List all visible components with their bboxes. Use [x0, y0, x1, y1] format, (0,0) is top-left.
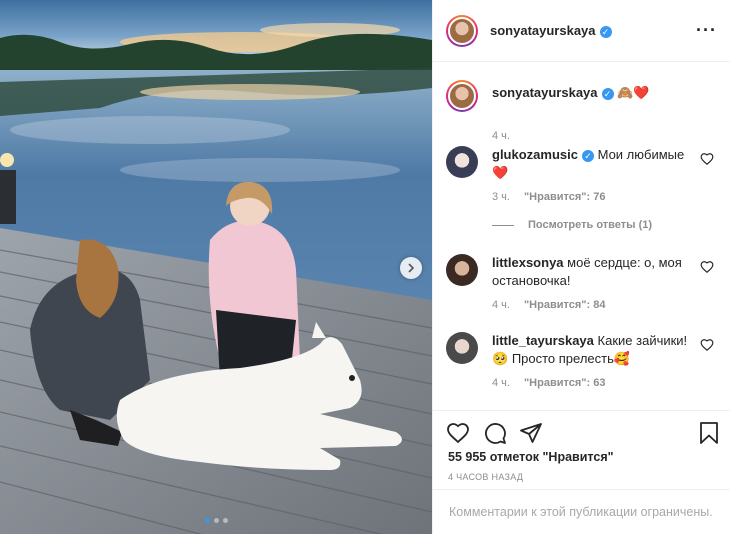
verified-badge-icon: ✓	[599, 26, 612, 38]
post-timestamp[interactable]: 4 ЧАСОВ НАЗАД	[448, 472, 523, 482]
comment-time[interactable]: 4 ч.	[492, 299, 510, 311]
commenter-avatar[interactable]	[446, 332, 478, 364]
carousel-next-button[interactable]	[400, 257, 422, 279]
bookmark-icon[interactable]	[697, 421, 721, 445]
comment-meta: 4 ч. "Нравится": 63	[492, 377, 605, 389]
view-replies-button[interactable]: Посмотреть ответы (1)	[492, 219, 652, 231]
caption-emoji: 🙈❤️	[617, 85, 650, 100]
commenter-avatar[interactable]	[446, 254, 478, 286]
heart-icon[interactable]	[700, 152, 714, 166]
heart-icon[interactable]	[446, 421, 470, 445]
comment-time[interactable]: 3 ч.	[492, 191, 510, 203]
comment-text: littlexsonya моё сердце: о, моя останово…	[492, 254, 692, 290]
post-header: sonyatayurskaya ✓ ···	[433, 0, 730, 62]
comment-item: glukozamusic ✓ Мои любимые ❤️ 3 ч. "Нрави…	[446, 146, 718, 226]
post-photo[interactable]	[0, 0, 432, 534]
commenter-username[interactable]: glukozamusic	[492, 147, 578, 162]
author-username-link[interactable]: sonyatayurskaya ✓	[490, 23, 612, 38]
comment-text: glukozamusic ✓ Мои любимые ❤️	[492, 146, 692, 182]
heart-icon[interactable]	[700, 260, 714, 274]
comment-likes[interactable]: "Нравится": 84	[524, 299, 605, 311]
comments-list: sonyatayurskaya ✓ 🙈❤️ 4 ч. glukozamusic ✓ …	[433, 62, 730, 410]
comment-text: little_tayurskaya Какие зайчики! 🥺 Прост…	[492, 332, 692, 368]
comment-meta: 4 ч. "Нравится": 84	[492, 299, 605, 311]
carousel-dot	[213, 518, 219, 523]
commenter-avatar[interactable]	[446, 146, 478, 178]
caption-time[interactable]: 4 ч.	[492, 130, 510, 142]
carousel-indicator	[0, 518, 432, 523]
post-actions-bar	[433, 410, 730, 450]
comments-closed-notice: Комментарии к этой публикации ограничены…	[433, 489, 730, 534]
comment-body-continued: Просто прелесть	[511, 351, 614, 366]
share-icon[interactable]	[519, 421, 543, 445]
author-username[interactable]: sonyatayurskaya	[490, 23, 596, 38]
comment-meta: 3 ч. "Нравится": 76	[492, 191, 605, 203]
heart-icon[interactable]	[700, 338, 714, 352]
more-options-icon[interactable]: ···	[696, 21, 717, 39]
commenter-username[interactable]: little_tayurskaya	[492, 333, 594, 348]
comment-icon[interactable]	[483, 421, 507, 445]
comment-body: Какие зайчики!	[597, 333, 688, 348]
likes-count[interactable]: 55 955 отметок "Нравится"	[448, 450, 614, 464]
commenter-username[interactable]: littlexsonya	[492, 255, 564, 270]
comment-emoji: 🥰	[613, 351, 631, 366]
post-side-panel: sonyatayurskaya ✓ ··· sonyatayurskaya ✓ 🙈❤…	[432, 0, 730, 534]
view-replies-label: Посмотреть ответы (1)	[528, 219, 653, 231]
photo-scene	[0, 0, 432, 534]
verified-badge-icon: ✓	[581, 150, 594, 162]
caption-username[interactable]: sonyatayurskaya	[492, 85, 598, 100]
replies-divider	[492, 224, 514, 226]
chevron-right-icon	[408, 263, 415, 273]
verified-badge-icon: ✓	[601, 88, 614, 100]
comment-item: little_tayurskaya Какие зайчики! 🥺 Прост…	[446, 332, 718, 402]
carousel-dot	[204, 518, 210, 523]
comment-likes[interactable]: "Нравится": 76	[524, 191, 605, 203]
comment-emoji: 🥺	[492, 351, 509, 366]
comment-item: littlexsonya моё сердце: о, моя останово…	[446, 254, 718, 324]
comment-emoji: ❤️	[492, 165, 509, 180]
comment-body: Мои любимые	[597, 147, 685, 162]
author-avatar[interactable]	[446, 80, 478, 112]
comment-time[interactable]: 4 ч.	[492, 377, 510, 389]
comment-likes[interactable]: "Нравится": 63	[524, 377, 605, 389]
carousel-dot	[222, 518, 228, 523]
caption-item: sonyatayurskaya ✓ 🙈❤️ 4 ч.	[446, 80, 718, 142]
author-avatar[interactable]	[446, 14, 478, 47]
caption-meta: 4 ч.	[492, 130, 510, 142]
caption-text: sonyatayurskaya ✓ 🙈❤️	[492, 84, 692, 102]
